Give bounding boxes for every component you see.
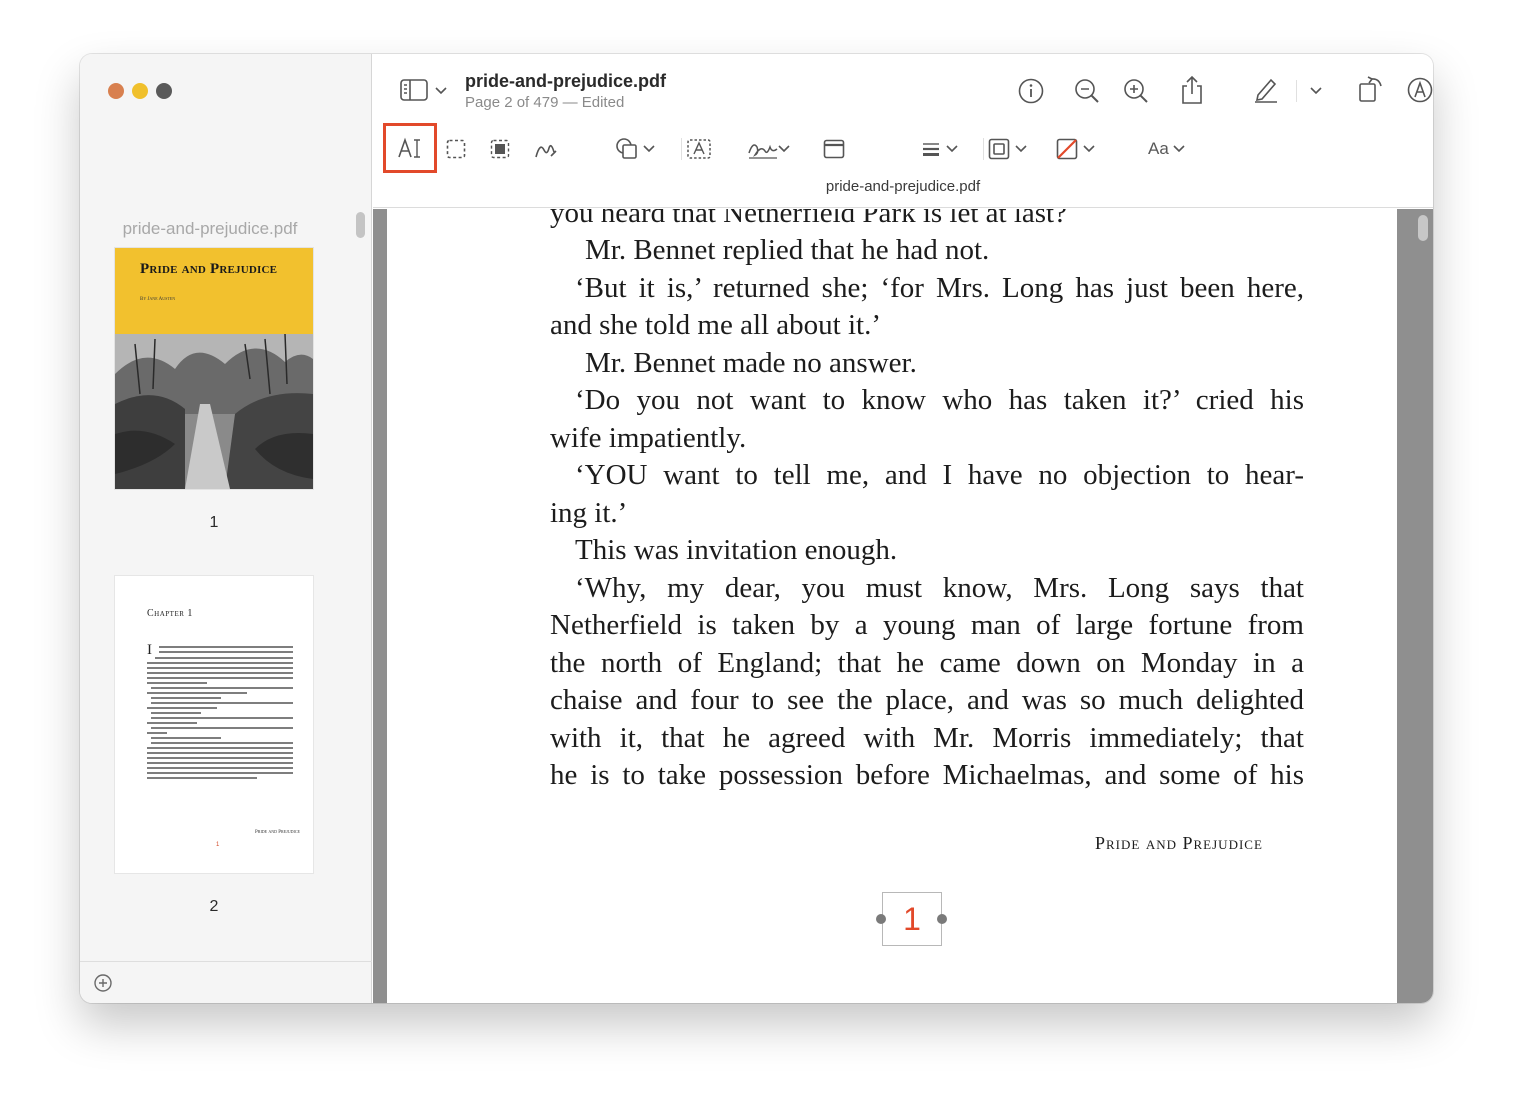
highlight-pen-icon[interactable]: [1251, 74, 1281, 104]
share-icon[interactable]: [1179, 74, 1205, 106]
document-status: Page 2 of 479 — Edited: [465, 94, 625, 111]
document-viewer[interactable]: you heard that Netherfield Park is let a…: [373, 209, 1433, 1003]
rotate-icon[interactable]: [1356, 74, 1386, 104]
zoom-in-icon[interactable]: [1122, 77, 1150, 105]
thumbnail-label-2: 2: [209, 898, 219, 915]
page-thumbnail-1[interactable]: Pride and Prejudice By Jane Austen: [115, 248, 313, 489]
cover-title-band: Pride and Prejudice By Jane Austen: [115, 248, 313, 334]
thumbnail-chapter-heading: Chapter 1: [147, 608, 193, 619]
text-line[interactable]: he is to take possession before Michaelm…: [550, 757, 1304, 793]
thumbnail-page-number: 1: [216, 842, 220, 848]
chevron-down-icon[interactable]: [435, 87, 447, 95]
thumbnail-label-1: 1: [209, 514, 219, 531]
thumbnail-sidebar: pride-and-prejudice.pdf Pride and Prejud…: [80, 54, 372, 1003]
chevron-down-icon[interactable]: [643, 145, 655, 153]
document-title: pride-and-prejudice.pdf: [465, 71, 667, 91]
thumbnail-drop-cap: I: [147, 642, 152, 658]
add-page-icon[interactable]: [93, 973, 113, 993]
resize-handle-right[interactable]: [937, 914, 947, 924]
markup-icon[interactable]: [1406, 76, 1433, 104]
cover-author: By Jane Austen: [140, 297, 176, 302]
sidebar-filename: pride-and-prejudice.pdf: [122, 219, 298, 238]
text-line[interactable]: Mr. Bennet replied that he had not.: [585, 232, 1304, 268]
text-line[interactable]: ing it.’: [550, 495, 1304, 531]
toolbar-separator: [681, 138, 682, 160]
chevron-down-icon[interactable]: [1083, 145, 1095, 153]
resize-handle-left[interactable]: [876, 914, 886, 924]
text-line[interactable]: ‘Why, my dear, you must know, Mrs. Long …: [575, 570, 1304, 606]
chevron-down-icon[interactable]: [778, 145, 790, 153]
chevron-down-icon[interactable]: [1015, 145, 1027, 153]
page-thumbnail-2[interactable]: Chapter 1 I Pride and Prejudice 1: [115, 576, 313, 873]
text-line[interactable]: This was invitation enough.: [575, 532, 1304, 568]
text-line[interactable]: ‘YOU want to tell me, and I have no obje…: [575, 457, 1304, 493]
text-selection-icon: [398, 137, 420, 158]
sidebar-divider: [80, 961, 372, 962]
text-line[interactable]: the north of England; that he came down …: [550, 645, 1304, 681]
cover-title: Pride and Prejudice: [140, 261, 278, 277]
toolbar: pride-and-prejudice.pdf Page 2 of 479 — …: [373, 54, 1433, 208]
info-icon[interactable]: [1017, 77, 1045, 105]
document-scrollbar[interactable]: [1418, 215, 1428, 241]
page-number-textbox[interactable]: 1: [882, 892, 942, 946]
minimize-window-button[interactable]: [132, 83, 148, 99]
text-line[interactable]: Netherfield is taken by a young man of l…: [550, 607, 1304, 643]
fill-color-icon[interactable]: [1055, 137, 1079, 161]
running-head: Pride and Prejudice: [1095, 833, 1263, 853]
page-number[interactable]: 1: [883, 901, 941, 938]
note-icon[interactable]: [822, 138, 846, 160]
cover-garden-photo: [115, 334, 313, 489]
text-line[interactable]: ‘Do you not want to know who has taken i…: [575, 382, 1304, 418]
inline-document-name: pride-and-prejudice.pdf: [825, 178, 981, 195]
toolbar-separator: [983, 138, 984, 160]
shapes-icon[interactable]: [613, 136, 641, 162]
window-controls: [108, 83, 172, 99]
text-box-icon[interactable]: [686, 138, 712, 160]
thumbnail-running-head: Pride and Prejudice: [255, 830, 300, 835]
sidebar-scrollbar[interactable]: [356, 212, 365, 238]
zoom-window-button[interactable]: [156, 83, 172, 99]
text-line[interactable]: and she told me all about it.’: [550, 307, 1304, 343]
close-window-button[interactable]: [108, 83, 124, 99]
signature-icon[interactable]: [746, 136, 782, 162]
pdf-page[interactable]: you heard that Netherfield Park is let a…: [387, 209, 1397, 1003]
preview-window: pride-and-prejudice.pdf Pride and Prejud…: [80, 54, 1433, 1003]
chevron-down-icon[interactable]: [1310, 87, 1322, 95]
chevron-down-icon[interactable]: [946, 145, 958, 153]
smart-lasso-icon[interactable]: [489, 138, 511, 160]
rect-selection-icon[interactable]: [445, 138, 467, 160]
text-line[interactable]: with it, that he agreed with Mr. Morris …: [550, 720, 1304, 756]
text-line[interactable]: ‘But it is,’ returned she; ‘for Mrs. Lon…: [575, 270, 1304, 306]
chevron-down-icon[interactable]: [1173, 145, 1185, 153]
border-color-icon[interactable]: [987, 137, 1011, 161]
sketch-tool-icon[interactable]: [533, 137, 559, 161]
text-selection-tool[interactable]: [383, 123, 437, 173]
line-style-icon[interactable]: [920, 138, 942, 160]
sidebar-toggle-icon[interactable]: [399, 78, 429, 102]
zoom-out-icon[interactable]: [1073, 77, 1101, 105]
text-line[interactable]: chaise and four to see the place, and wa…: [550, 682, 1304, 718]
toolbar-separator: [1296, 80, 1297, 102]
font-button[interactable]: Aa: [1148, 139, 1169, 159]
text-line[interactable]: wife impatiently.: [550, 420, 1304, 456]
text-line[interactable]: you heard that Netherfield Park is let a…: [550, 209, 1304, 231]
text-line[interactable]: Mr. Bennet made no answer.: [585, 345, 1304, 381]
